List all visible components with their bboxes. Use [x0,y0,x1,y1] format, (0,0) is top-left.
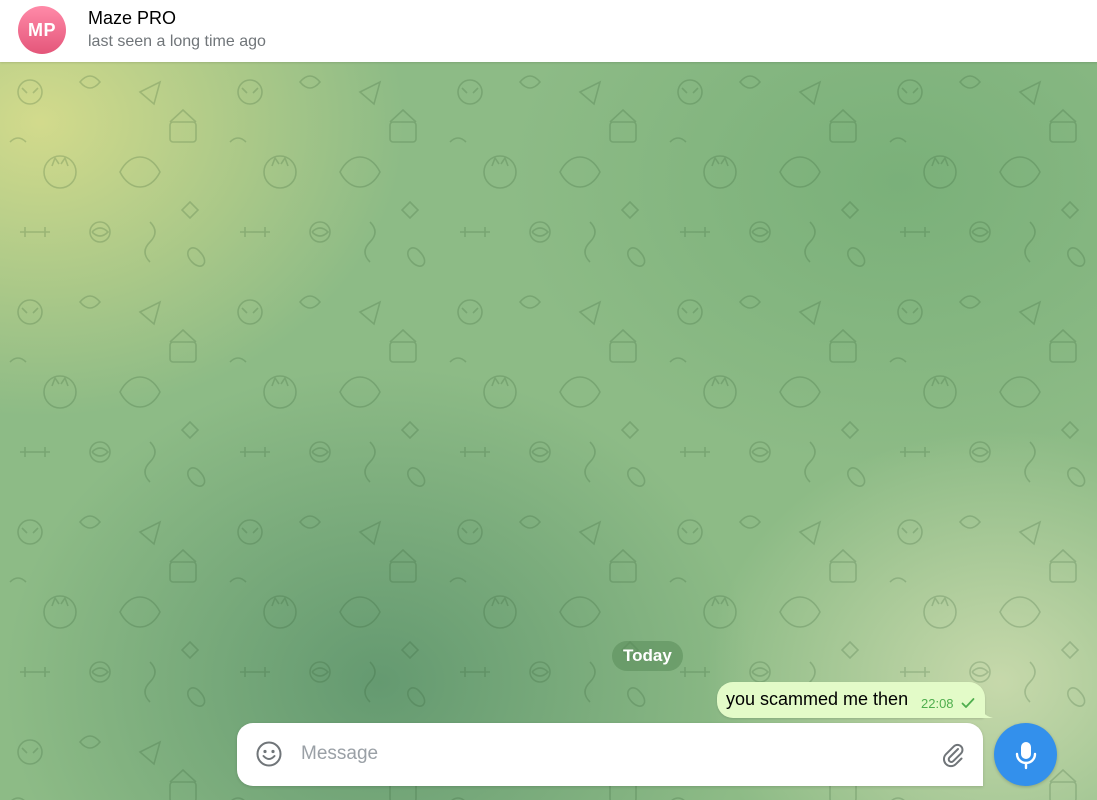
microphone-icon [1015,741,1036,769]
chat-header[interactable]: MP Maze PRO last seen a long time ago [0,0,1097,62]
chat-status: last seen a long time ago [88,33,266,50]
smile-icon[interactable] [255,740,283,768]
telegram-chat-window: MP Maze PRO last seen a long time ago To… [0,0,1097,800]
message-text: you scammed me then [726,689,909,709]
message-tail [981,704,993,718]
chat-title[interactable]: Maze PRO [88,8,176,29]
avatar-initials: MP [28,19,56,40]
avatar[interactable]: MP [18,6,66,54]
paperclip-icon[interactable] [939,740,967,768]
message-time: 22:08 [921,696,954,711]
single-check-icon [961,698,975,708]
date-separator: Today [612,641,683,671]
message-composer [237,723,983,786]
message-input[interactable] [301,737,921,771]
microphone-button[interactable] [994,723,1057,786]
outgoing-message[interactable]: you scammed me then 22:08 [717,682,993,718]
